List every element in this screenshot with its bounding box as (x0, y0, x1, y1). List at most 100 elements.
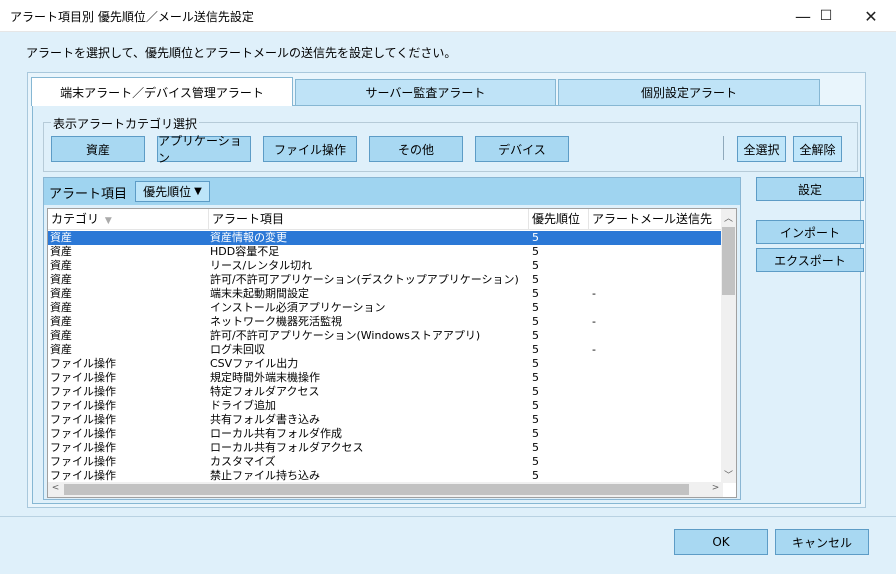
table-row[interactable]: ファイル操作 ローカル共有フォルダ作成 5 (48, 427, 723, 441)
table-row[interactable]: ファイル操作 ローカル共有フォルダアクセス 5 (48, 441, 723, 455)
table-row[interactable]: ファイル操作 規定時間外端末機操作 5 (48, 371, 723, 385)
category-application-button[interactable]: アプリケーション (157, 134, 251, 165)
column-header-mail-recipient[interactable]: アラートメール送信先 (589, 209, 723, 230)
category-asset-button[interactable]: 資産 (51, 136, 145, 162)
column-header-alert-item[interactable]: アラート項目 (209, 209, 529, 230)
cell-mail-recipient: - (592, 287, 596, 300)
cell-alert-item: ローカル共有フォルダ作成 (210, 427, 342, 440)
cell-alert-item: インストール必須アプリケーション (210, 301, 386, 314)
grid-column-header: カテゴリ ▼ アラート項目 優先順位 アラートメール送信先 (48, 209, 723, 230)
column-header-priority[interactable]: 優先順位 (529, 209, 589, 230)
tab-terminal-device-alerts[interactable]: 端末アラート／デバイス管理アラート (31, 77, 293, 106)
instruction-text: アラートを選択して、優先順位とアラートメールの送信先を設定してください。 (26, 46, 457, 60)
cell-alert-item: HDD容量不足 (210, 245, 280, 258)
cancel-button[interactable]: キャンセル (775, 529, 869, 555)
cell-category: ファイル操作 (50, 469, 116, 482)
cell-alert-item: 許可/不許可アプリケーション(Windowsストアアプリ) (210, 329, 481, 342)
table-row[interactable]: 資産 インストール必須アプリケーション 5 (48, 301, 723, 315)
cell-priority: 5 (532, 273, 539, 286)
close-icon: ✕ (864, 6, 878, 26)
title-bar: アラート項目別 優先順位／メール送信先設定 — ☐ ✕ (0, 0, 896, 32)
scroll-up-icon[interactable]: ︿ (721, 211, 736, 224)
cell-mail-recipient (592, 413, 720, 427)
dropdown-arrow-icon: ▼ (194, 186, 202, 197)
cell-priority: 5 (532, 413, 539, 426)
category-filter-group: 表示アラートカテゴリ選択 資産 アプリケーション ファイル操作 その他 デバイス… (43, 115, 858, 172)
cell-mail-recipient (592, 427, 720, 441)
ok-button[interactable]: OK (674, 529, 768, 555)
table-row[interactable]: 資産 HDD容量不足 5 (48, 245, 723, 259)
priority-sort-button[interactable]: 優先順位 ▼ (135, 181, 210, 202)
close-button[interactable]: ✕ (848, 0, 894, 32)
cell-category: ファイル操作 (50, 371, 116, 384)
scroll-left-icon[interactable]: < (48, 483, 63, 493)
table-row[interactable]: 資産 ログ未回収 5 - (48, 343, 723, 357)
cell-priority: 5 (532, 259, 539, 272)
cell-priority: 5 (532, 371, 539, 384)
table-row[interactable]: ファイル操作 カスタマイズ 5 (48, 455, 723, 469)
table-row[interactable]: ファイル操作 特定フォルダアクセス 5 (48, 385, 723, 399)
maximize-icon: ☐ (819, 8, 833, 24)
alert-list-title: アラート項目 (49, 187, 128, 202)
cell-priority: 5 (532, 231, 539, 244)
table-row[interactable]: 資産 許可/不許可アプリケーション(デスクトップアプリケーション) 5 (48, 273, 723, 287)
cell-mail-recipient (592, 357, 720, 371)
table-row[interactable]: 資産 ネットワーク機器死活監視 5 - (48, 315, 723, 329)
cell-alert-item: カスタマイズ (210, 455, 276, 468)
export-button[interactable]: エクスポート (756, 248, 864, 272)
priority-sort-label: 優先順位 (143, 185, 192, 199)
cell-category: 資産 (50, 329, 72, 342)
cell-mail-recipient (592, 259, 720, 273)
cell-priority: 5 (532, 287, 539, 300)
footer-divider (0, 516, 896, 517)
import-button[interactable]: インポート (756, 220, 864, 244)
cell-alert-item: ローカル共有フォルダアクセス (210, 441, 364, 454)
column-header-category[interactable]: カテゴリ ▼ (48, 209, 209, 230)
cell-category: ファイル操作 (50, 427, 116, 440)
tab-container: 端末アラート／デバイス管理アラート サーバー監査アラート 個別設定アラート 表示… (27, 72, 866, 508)
table-row[interactable]: ファイル操作 禁止ファイル持ち込み 5 (48, 469, 723, 483)
dialog-body: アラートを選択して、優先順位とアラートメールの送信先を設定してください。 端末ア… (0, 32, 896, 574)
maximize-button[interactable]: ☐ (803, 0, 849, 32)
table-row[interactable]: 資産 端末未起動期間設定 5 - (48, 287, 723, 301)
category-other-button[interactable]: その他 (369, 136, 463, 162)
table-row[interactable]: 資産 許可/不許可アプリケーション(Windowsストアアプリ) 5 (48, 329, 723, 343)
table-row[interactable]: ファイル操作 CSVファイル出力 5 (48, 357, 723, 371)
cell-mail-recipient (592, 385, 720, 399)
cell-alert-item: ネットワーク機器死活監視 (210, 315, 342, 328)
cell-mail-recipient (592, 231, 720, 245)
vertical-scrollbar[interactable]: ︿ ﹀ (721, 209, 736, 483)
cell-alert-item: 禁止ファイル持ち込み (210, 469, 320, 482)
cell-priority: 5 (532, 357, 539, 370)
settings-button[interactable]: 設定 (756, 177, 864, 201)
cell-priority: 5 (532, 427, 539, 440)
scroll-down-icon[interactable]: ﹀ (721, 468, 736, 481)
table-row[interactable]: 資産 資産情報の変更 5 (48, 231, 723, 245)
table-row[interactable]: ファイル操作 共有フォルダ書き込み 5 (48, 413, 723, 427)
table-row[interactable]: ファイル操作 ドライブ追加 5 (48, 399, 723, 413)
cell-priority: 5 (532, 245, 539, 258)
column-header-category-label: カテゴリ (51, 212, 100, 226)
cell-alert-item: 共有フォルダ書き込み (210, 413, 320, 426)
window-title: アラート項目別 優先順位／メール送信先設定 (10, 10, 254, 24)
alert-list-panel: アラート項目 優先順位 ▼ カテゴリ ▼ アラート項目 優先順位 アラートメール… (43, 177, 741, 500)
horizontal-scroll-thumb[interactable] (64, 484, 689, 495)
scroll-right-icon[interactable]: > (708, 483, 723, 493)
category-device-button[interactable]: デバイス (475, 136, 569, 162)
cell-priority: 5 (532, 399, 539, 412)
alert-grid[interactable]: カテゴリ ▼ アラート項目 優先順位 アラートメール送信先 資産 資産情報の変更 5… (47, 208, 737, 498)
vertical-scroll-thumb[interactable] (722, 227, 735, 295)
cell-priority: 5 (532, 301, 539, 314)
tab-individual-alerts[interactable]: 個別設定アラート (558, 79, 820, 105)
select-all-button[interactable]: 全選択 (737, 136, 786, 162)
cell-category: ファイル操作 (50, 413, 116, 426)
cell-priority: 5 (532, 469, 539, 482)
horizontal-scrollbar[interactable]: < > (48, 482, 723, 497)
tab-server-audit-alerts[interactable]: サーバー監査アラート (295, 79, 556, 105)
clear-all-button[interactable]: 全解除 (793, 136, 842, 162)
cell-mail-recipient (592, 245, 720, 259)
cell-mail-recipient: - (592, 343, 596, 356)
table-row[interactable]: 資産 リース/レンタル切れ 5 (48, 259, 723, 273)
cell-alert-item: 規定時間外端末機操作 (210, 371, 320, 384)
category-file-operation-button[interactable]: ファイル操作 (263, 136, 357, 162)
